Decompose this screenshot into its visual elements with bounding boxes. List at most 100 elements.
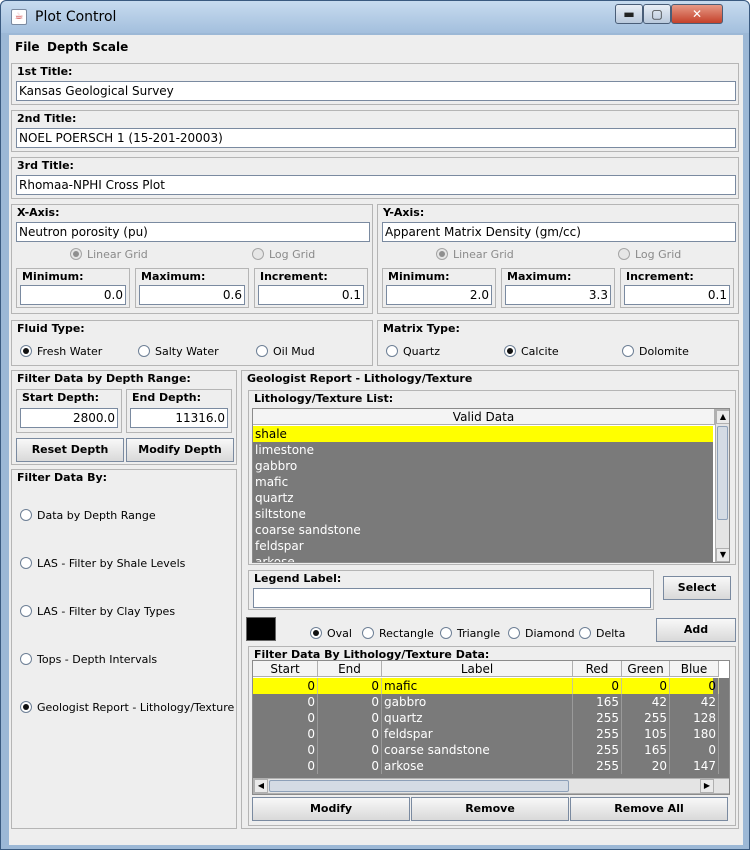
first-title-panel: 1st Title: Kansas Geological Survey: [11, 63, 739, 105]
symbol-rectangle-label: Rectangle: [379, 627, 434, 640]
y-maximum-field[interactable]: 3.3: [505, 285, 611, 305]
scroll-up-icon[interactable]: ▲: [716, 410, 729, 424]
list-item[interactable]: limestone: [253, 442, 713, 458]
legend-label-panel: Legend Label:: [248, 570, 654, 610]
radio-button-icon: [20, 345, 32, 357]
radio-button-icon: [362, 627, 374, 639]
radio-button-icon: [20, 509, 32, 521]
x-increment-field[interactable]: 0.1: [258, 285, 364, 305]
list-item[interactable]: shale: [253, 426, 713, 442]
list-item[interactable]: coarse sandstone: [253, 522, 713, 538]
list-item[interactable]: gabbro: [253, 458, 713, 474]
matrix-type-label: Matrix Type:: [382, 322, 461, 335]
y-axis-name-field[interactable]: Apparent Matrix Density (gm/cc): [382, 222, 736, 242]
title-bar[interactable]: ☕ Plot Control ▬ ▢ ✕: [1, 1, 749, 33]
modify-depth-button[interactable]: Modify Depth: [126, 438, 234, 462]
radio-button-icon: [440, 627, 452, 639]
list-item[interactable]: quartz: [253, 490, 713, 506]
cell-start: 0: [253, 726, 318, 742]
cell-label: quartz: [382, 710, 573, 726]
cell-blue: 128: [670, 710, 719, 726]
column-header-green[interactable]: Green: [622, 661, 670, 677]
cell-label: arkose: [382, 758, 573, 774]
radio-button-icon: [504, 345, 516, 357]
column-header-label[interactable]: Label: [382, 661, 573, 677]
remove-button[interactable]: Remove: [411, 797, 569, 821]
second-title-label: 2nd Title:: [16, 112, 78, 125]
close-button[interactable]: ✕: [671, 4, 723, 24]
select-button[interactable]: Select: [663, 576, 731, 600]
fluid-type-panel: Fluid Type: Fresh Water Salty Water Oil …: [11, 320, 373, 366]
cell-green: 105: [622, 726, 670, 742]
x-minimum-field[interactable]: 0.0: [20, 285, 126, 305]
list-item[interactable]: mafic: [253, 474, 713, 490]
list-vertical-scrollbar[interactable]: ▲ ▼: [715, 409, 729, 562]
table-row[interactable]: 0 0 mafic 0 0 0: [253, 678, 719, 694]
add-button[interactable]: Add: [656, 618, 736, 642]
cell-start: 0: [253, 758, 318, 774]
x-axis-name-field[interactable]: Neutron porosity (pu): [16, 222, 370, 242]
fluid-salty-water-label: Salty Water: [155, 345, 219, 358]
x-maximum-field[interactable]: 0.6: [139, 285, 245, 305]
fluid-oil-mud-label: Oil Mud: [273, 345, 315, 358]
column-header-start[interactable]: Start: [253, 661, 318, 677]
menu-file[interactable]: File: [15, 40, 40, 54]
radio-button-icon: [20, 653, 32, 665]
y-axis-panel: Y-Axis: Apparent Matrix Density (gm/cc) …: [377, 204, 739, 314]
table-row[interactable]: 0 0 quartz 255 255 128: [253, 710, 719, 726]
radio-button-icon: [386, 345, 398, 357]
list-item[interactable]: siltstone: [253, 506, 713, 522]
column-header-blue[interactable]: Blue: [670, 661, 719, 677]
second-title-field[interactable]: NOEL POERSCH 1 (15-201-20003): [16, 128, 736, 148]
cell-red: 255: [573, 710, 622, 726]
scrollbar-thumb[interactable]: [269, 780, 569, 792]
x-log-grid-label: Log Grid: [269, 248, 316, 261]
table-row[interactable]: 0 0 arkose 255 20 147: [253, 758, 719, 774]
table-row[interactable]: 0 0 gabbro 165 42 42: [253, 694, 719, 710]
cell-start: 0: [253, 710, 318, 726]
scroll-down-icon[interactable]: ▼: [716, 548, 729, 562]
lithology-list-body: shale limestone gabbro mafic quartz silt…: [253, 426, 715, 562]
column-header-red[interactable]: Red: [573, 661, 622, 677]
start-depth-field[interactable]: 2800.0: [20, 408, 118, 428]
y-increment-field[interactable]: 0.1: [624, 285, 730, 305]
y-minimum-field[interactable]: 2.0: [386, 285, 492, 305]
table-row[interactable]: 0 0 feldspar 255 105 180: [253, 726, 719, 742]
remove-all-button[interactable]: Remove All: [570, 797, 728, 821]
scroll-left-icon[interactable]: ◀: [254, 779, 268, 793]
radio-button-icon: [252, 248, 264, 260]
x-maximum-panel: Maximum: 0.6: [135, 268, 249, 308]
symbol-color-swatch[interactable]: [246, 617, 276, 641]
list-item[interactable]: feldspar: [253, 538, 713, 554]
filter-data-by-label: Filter Data By:: [16, 471, 109, 484]
geologist-report-panel: Geologist Report - Lithology/Texture Lit…: [241, 370, 739, 829]
filter-geologist-label: Geologist Report - Lithology/Texture: [37, 701, 235, 714]
maximize-button[interactable]: ▢: [643, 4, 671, 24]
legend-label-field[interactable]: [253, 588, 651, 608]
y-maximum-label: Maximum:: [506, 270, 573, 283]
cell-end: 0: [318, 758, 382, 774]
list-item[interactable]: arkose: [253, 554, 713, 562]
menu-depth-scale[interactable]: Depth Scale: [47, 40, 128, 54]
end-depth-panel: End Depth: 11316.0: [126, 389, 232, 433]
minimize-button[interactable]: ▬: [615, 4, 643, 24]
cell-label: coarse sandstone: [382, 742, 573, 758]
y-minimum-label: Minimum:: [387, 270, 451, 283]
table-horizontal-scrollbar[interactable]: ◀ ▶: [253, 778, 729, 794]
table-row[interactable]: 0 0 coarse sandstone 255 165 0: [253, 742, 719, 758]
x-axis-label: X-Axis:: [16, 206, 61, 219]
first-title-field[interactable]: Kansas Geological Survey: [16, 81, 736, 101]
column-header-end[interactable]: End: [318, 661, 382, 677]
x-linear-grid-label: Linear Grid: [87, 248, 148, 261]
reset-depth-button[interactable]: Reset Depth: [16, 438, 124, 462]
valid-data-header[interactable]: Valid Data: [253, 409, 715, 425]
y-minimum-panel: Minimum: 2.0: [382, 268, 496, 308]
third-title-field[interactable]: Rhomaa-NPHI Cross Plot: [16, 175, 736, 195]
scrollbar-thumb[interactable]: [717, 426, 728, 520]
third-title-panel: 3rd Title: Rhomaa-NPHI Cross Plot: [11, 157, 739, 199]
end-depth-field[interactable]: 11316.0: [130, 408, 228, 428]
radio-button-icon: [436, 248, 448, 260]
modify-button[interactable]: Modify: [252, 797, 410, 821]
menu-bar: File Depth Scale: [9, 35, 743, 59]
scroll-right-icon[interactable]: ▶: [700, 779, 714, 793]
